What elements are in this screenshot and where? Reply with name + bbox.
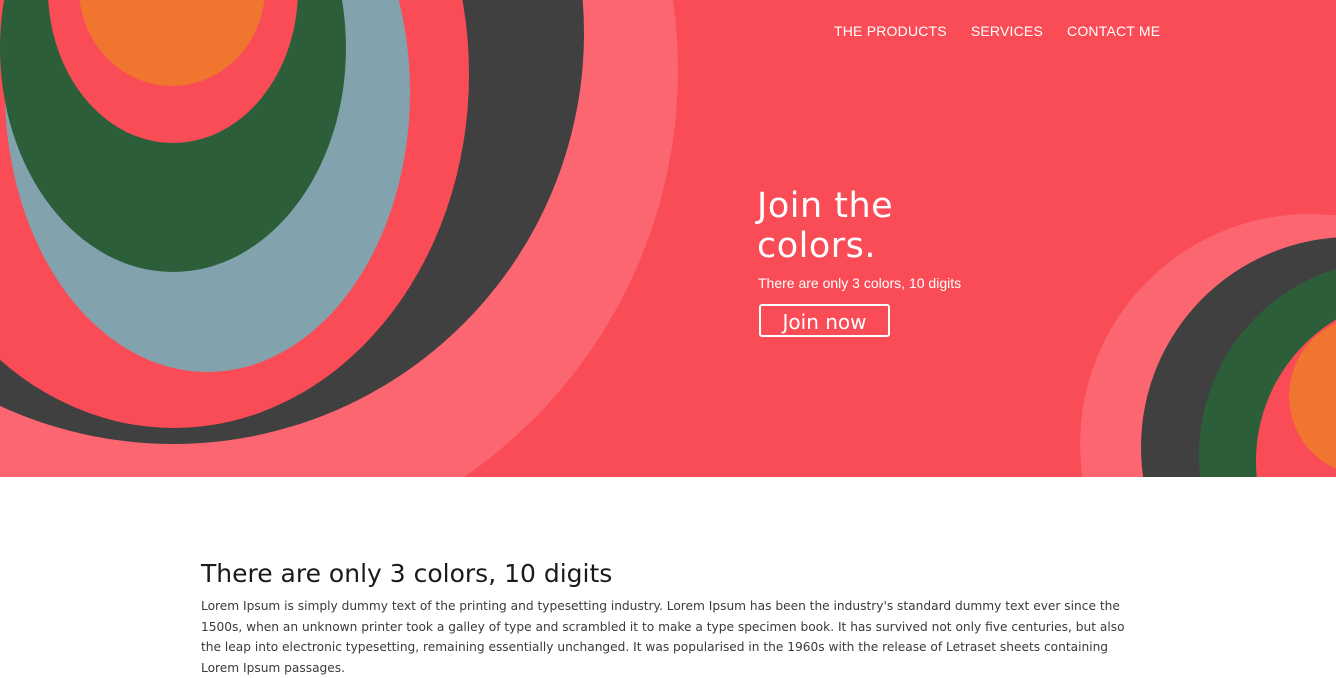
- top-nav: THE PRODUCTS SERVICES CONTACT ME: [834, 23, 1184, 39]
- nav-link-contact[interactable]: CONTACT ME: [1067, 23, 1160, 39]
- join-now-button[interactable]: Join now: [759, 304, 890, 337]
- nav-link-services[interactable]: SERVICES: [971, 23, 1043, 39]
- hero-subtitle: There are only 3 colors, 10 digits: [758, 275, 962, 291]
- section-body-text: Lorem Ipsum is simply dummy text of the …: [201, 599, 1125, 675]
- nav-link-products[interactable]: THE PRODUCTS: [834, 23, 947, 39]
- hero-title: Join the colors.: [757, 186, 894, 266]
- section-heading: There are only 3 colors, 10 digits: [201, 559, 613, 588]
- hero-banner: THE PRODUCTS SERVICES CONTACT ME Join th…: [0, 0, 1336, 477]
- intro-section: There are only 3 colors, 10 digits Lorem…: [201, 558, 1141, 678]
